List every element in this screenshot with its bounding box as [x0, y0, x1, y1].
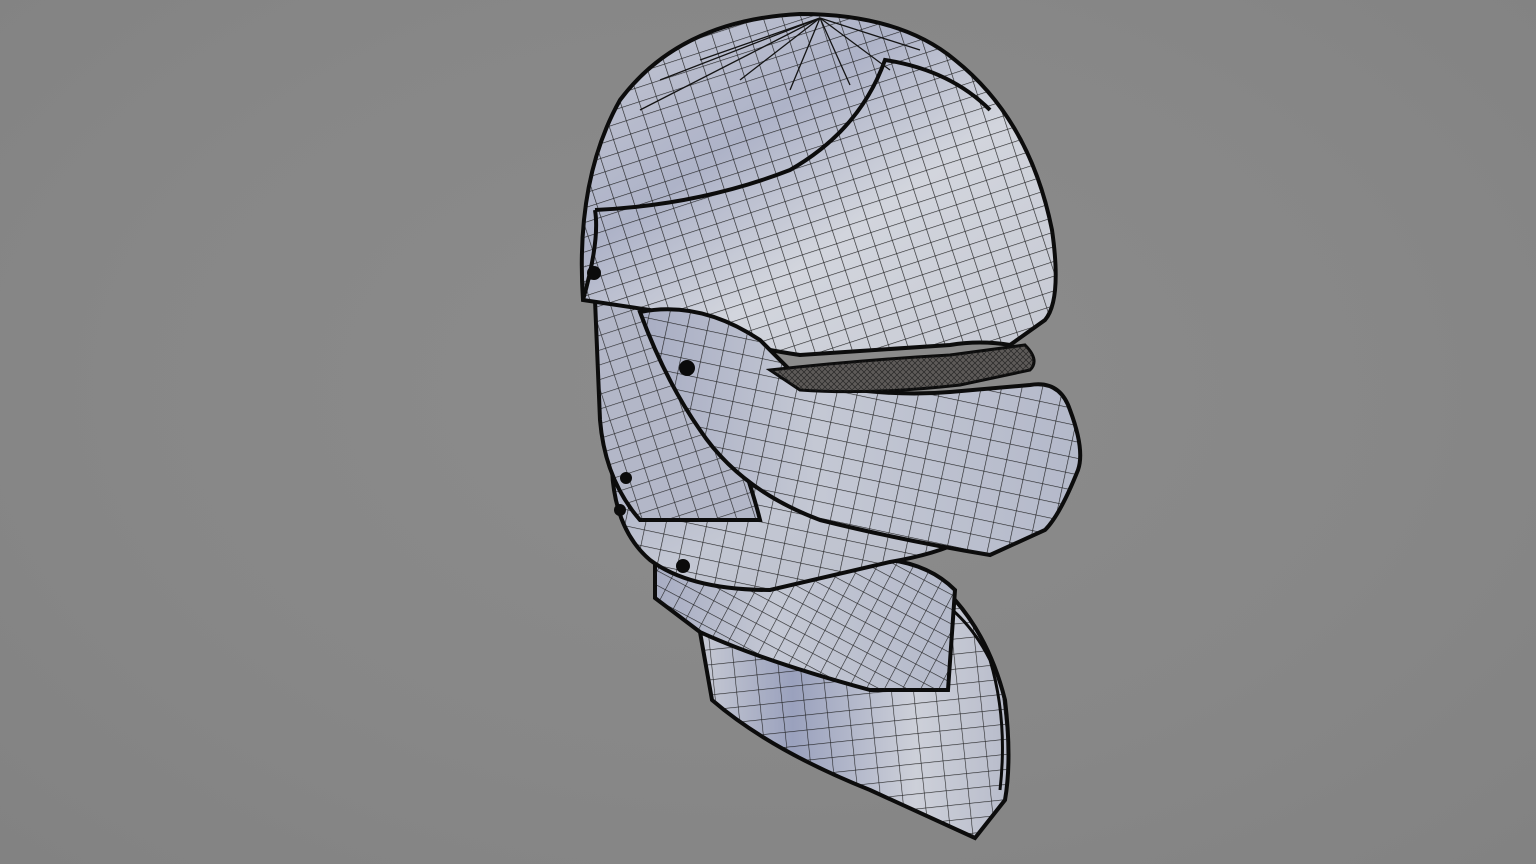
rivet-icon: [620, 472, 632, 484]
render-viewport: [0, 0, 1536, 864]
rivet-icon: [614, 504, 626, 516]
rivet-icon: [676, 559, 690, 573]
helmet-render: [579, 11, 1083, 841]
helmet-skull: [579, 11, 1058, 358]
rivet-icon: [587, 266, 601, 280]
visor-pivot-icon: [679, 360, 695, 376]
